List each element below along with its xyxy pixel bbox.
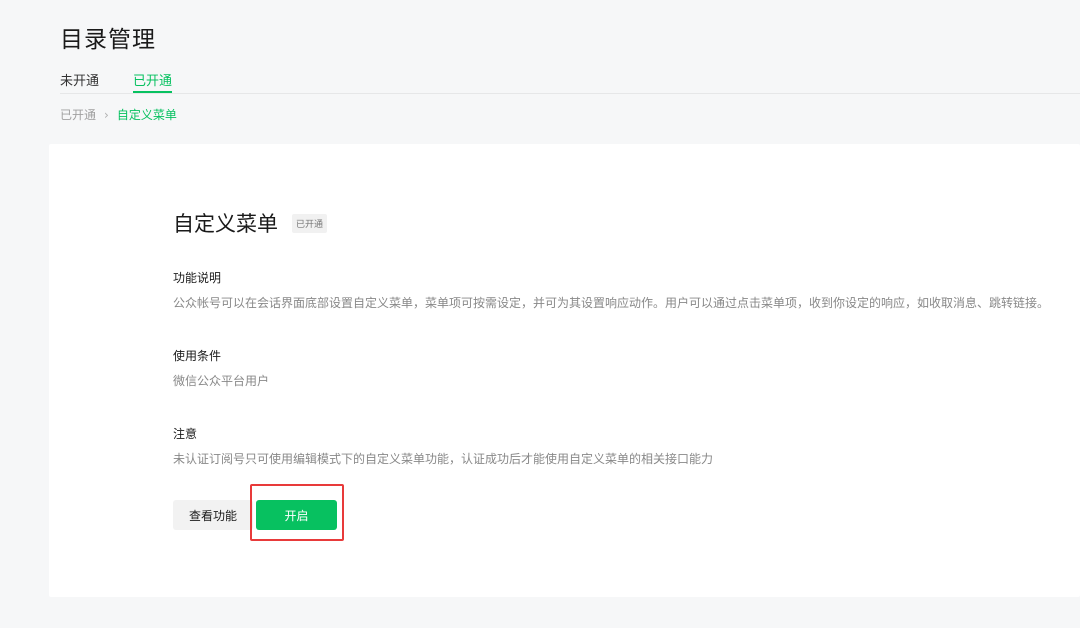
section-title-description: 功能说明 bbox=[173, 271, 222, 285]
section-title-conditions: 使用条件 bbox=[173, 349, 222, 363]
tab-bar: 未开通 已开通 bbox=[60, 70, 1080, 94]
enable-button[interactable]: 开启 bbox=[256, 500, 337, 530]
tab-not-enabled[interactable]: 未开通 bbox=[60, 70, 99, 92]
chevron-right-icon: › bbox=[104, 108, 109, 122]
breadcrumb: 已开通 › 自定义菜单 bbox=[60, 106, 177, 123]
section-text-description: 公众帐号可以在会话界面底部设置自定义菜单，菜单项可按需设定，并可为其设置响应动作… bbox=[173, 296, 1050, 310]
section-text-conditions: 微信公众平台用户 bbox=[173, 374, 270, 388]
section-text-notice: 未认证订阅号只可使用编辑模式下的自定义菜单功能，认证成功后才能使用自定义菜单的相… bbox=[173, 452, 714, 466]
breadcrumb-current: 自定义菜单 bbox=[116, 108, 177, 122]
page-title: 目录管理 bbox=[60, 27, 156, 53]
feature-card: 自定义菜单 已开通 功能说明 公众帐号可以在会话界面底部设置自定义菜单，菜单项可… bbox=[49, 144, 1080, 597]
breadcrumb-parent-link[interactable]: 已开通 bbox=[60, 108, 96, 122]
status-badge: 已开通 bbox=[292, 214, 328, 233]
feature-title: 自定义菜单 bbox=[173, 212, 278, 236]
section-title-notice: 注意 bbox=[173, 427, 198, 441]
view-feature-button[interactable]: 查看功能 bbox=[173, 500, 253, 530]
tab-enabled[interactable]: 已开通 bbox=[133, 70, 173, 93]
